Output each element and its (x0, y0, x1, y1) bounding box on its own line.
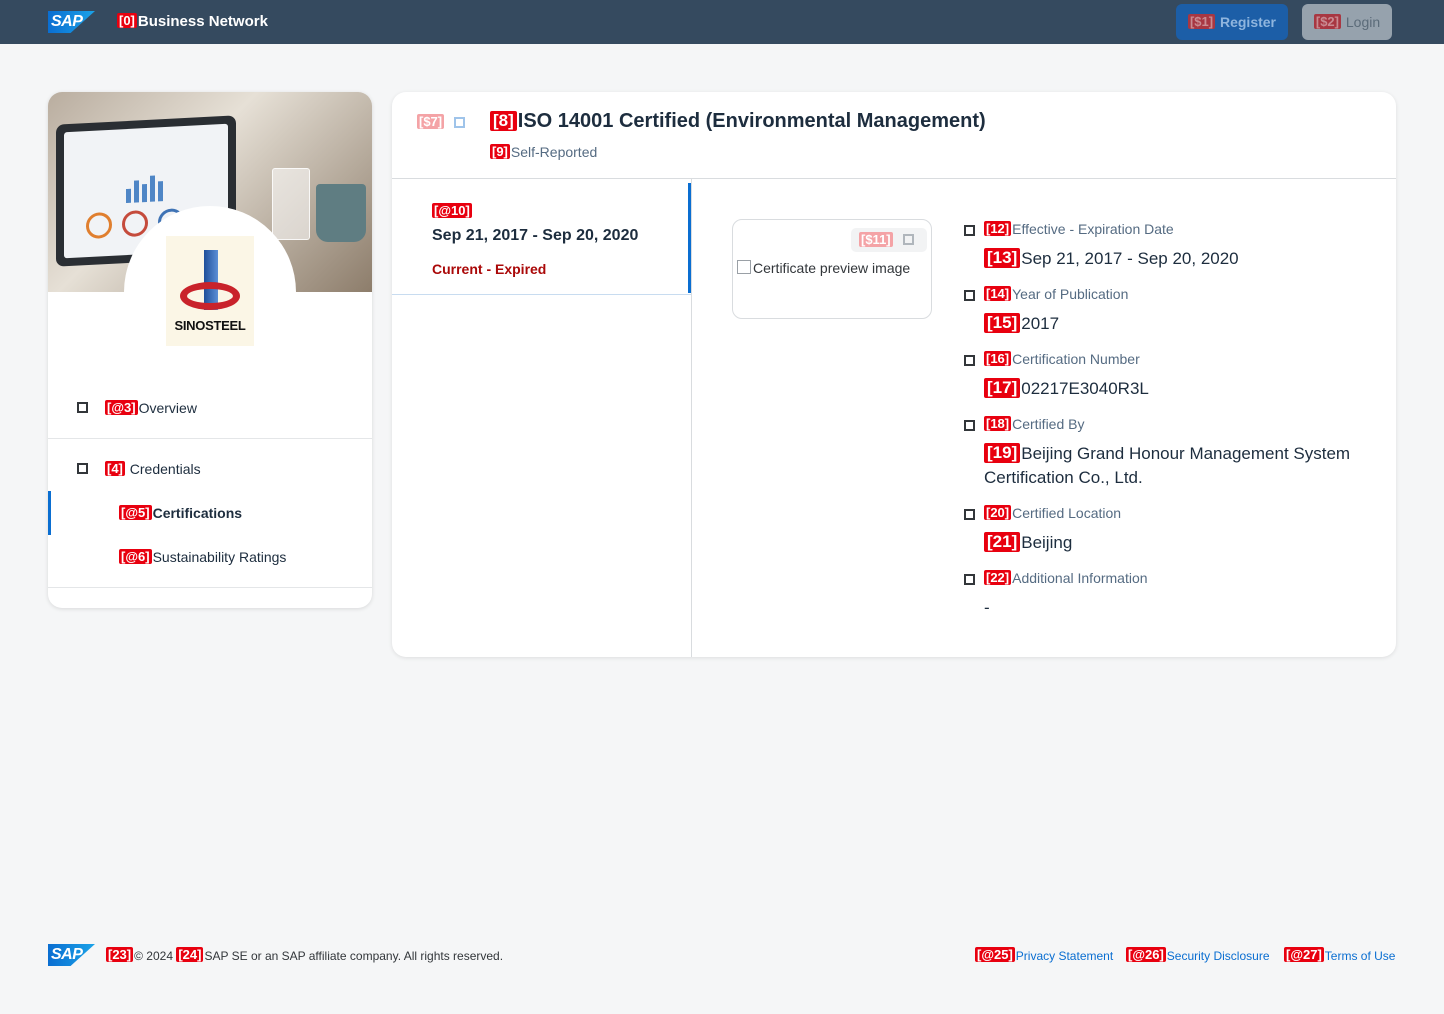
company-text: SAP SE or an SAP affiliate company. All … (204, 949, 504, 963)
annotation-tag: [13] (984, 248, 1021, 268)
annotation-tag: [@10] (432, 203, 472, 218)
field-label: Additional Information (1012, 570, 1148, 586)
nav-label: Sustainability Ratings (152, 549, 287, 565)
annotation-tag: [14] (984, 286, 1012, 301)
annotation-tag: [4] (105, 461, 125, 476)
security-disclosure-link[interactable]: [@26] Security Disclosure (1126, 947, 1270, 963)
divider (48, 587, 372, 588)
annotation-tag: [23] (106, 947, 134, 962)
nav-item-overview[interactable]: [@3] Overview (48, 400, 372, 420)
annotation-tag: [@3] (105, 400, 138, 415)
annotation-tag: [$2] (1313, 14, 1341, 29)
terms-of-use-link[interactable]: [@27] Terms of Use (1284, 947, 1395, 963)
annotation-tag: [$1] (1187, 14, 1216, 29)
divider (691, 179, 692, 657)
period-status: Current - Expired (432, 261, 547, 277)
annotation-tag: [19] (984, 443, 1021, 463)
certificate-icon[interactable] (454, 117, 465, 128)
login-label: Login (1345, 14, 1381, 30)
field-value: Sep 21, 2017 - Sep 20, 2020 (1021, 249, 1239, 268)
brand-link[interactable]: [0] Business Network (117, 13, 268, 30)
footer-copyright: [23] © 2024 [24] SAP SE or an SAP affiliat… (106, 947, 503, 963)
nav-item-credentials[interactable]: [4] Credentials (48, 461, 372, 481)
annotation-tag: [@6] (119, 549, 152, 564)
certificate-detail-card: [$7] [8] ISO 14001 Certified (Environment… (392, 92, 1396, 657)
field-label: Certified Location (1012, 505, 1122, 521)
field-label: Certification Number (1012, 351, 1140, 367)
nav-label: Overview (138, 400, 197, 416)
period-date: Sep 21, 2017 - Sep 20, 2020 (432, 227, 639, 244)
annotation-tag: [8] (490, 111, 517, 131)
annotation-tag: [17] (984, 378, 1021, 398)
link-label: Privacy Statement (1015, 949, 1114, 963)
privacy-statement-link[interactable]: [@25] Privacy Statement (975, 947, 1113, 963)
annotation-tag: [22] (984, 570, 1012, 585)
annotation-tag: [@26] (1126, 947, 1166, 962)
selected-indicator (688, 183, 691, 293)
company-logo: SINOSTEEL (166, 236, 254, 346)
certificate-title-text: ISO 14001 Certified (Environmental Manag… (517, 110, 986, 132)
nav-label: Credentials (129, 461, 201, 477)
glass-illustration (272, 168, 310, 240)
checkbox-icon (964, 574, 975, 585)
annotation-tag: [16] (984, 351, 1012, 366)
link-label: Terms of Use (1324, 949, 1396, 963)
field-label: Year of Publication (1012, 286, 1129, 302)
field-value: - (984, 598, 990, 617)
field-value: Beijing (1021, 533, 1073, 552)
checkbox-icon (964, 420, 975, 431)
nav-item-certifications[interactable]: [@5] Certifications (48, 505, 372, 525)
checkbox-icon (77, 463, 88, 474)
top-navigation-bar: SAP [0] Business Network [$1] Register [$… (0, 0, 1444, 44)
certificate-period-item[interactable]: [@10] Sep 21, 2017 - Sep 20, 2020 Curren… (392, 179, 691, 295)
annotation-tag: [20] (984, 505, 1012, 520)
expand-icon[interactable] (903, 234, 914, 245)
annotation-tag: [12] (984, 221, 1012, 236)
sap-logo[interactable]: SAP (48, 11, 95, 33)
field-value: Beijing Grand Honour Management System C… (984, 444, 1351, 487)
divider (48, 438, 372, 439)
annotation-tag: [0] (117, 13, 137, 28)
checkbox-icon (964, 225, 975, 236)
sap-logo: SAP (48, 944, 95, 966)
login-button[interactable]: [$2] Login (1302, 4, 1392, 40)
checkbox-icon (77, 402, 88, 413)
annotation-tag: [21] (984, 532, 1021, 552)
preview-toolbar: [$11] (851, 228, 927, 252)
checkbox-icon (964, 355, 975, 366)
company-logo-text: SINOSTEEL (174, 318, 246, 333)
annotation-tag: [$11] (859, 232, 893, 247)
register-label: Register (1219, 14, 1277, 30)
annotation-tag: [9] (490, 144, 510, 159)
certificate-preview[interactable]: [$11] Certificate preview image (732, 219, 932, 319)
field-label: Certified By (1012, 416, 1085, 432)
checkbox-icon (964, 509, 975, 520)
link-label: Security Disclosure (1166, 949, 1270, 963)
annotation-tag: [@25] (975, 947, 1015, 962)
annotation-tag: [15] (984, 313, 1021, 333)
annotation-tag: [$7] (417, 114, 445, 129)
annotation-tag: [18] (984, 416, 1012, 431)
field-value: 2017 (1021, 314, 1060, 333)
cup-illustration (316, 184, 366, 242)
annotation-tag: [24] (176, 947, 204, 962)
register-button[interactable]: [$1] Register (1176, 4, 1288, 40)
field-label: Effective - Expiration Date (1012, 221, 1174, 237)
certificate-subtitle: [9] Self-Reported (490, 144, 597, 160)
nav-item-sustainability-ratings[interactable]: [@6] Sustainability Ratings (48, 549, 372, 569)
annotation-tag: [@5] (119, 505, 152, 520)
certificate-title: [8] ISO 14001 Certified (Environmental Ma… (490, 110, 986, 133)
copyright-text: © 2024 (134, 949, 173, 963)
subtitle-text: Self-Reported (510, 144, 598, 160)
company-profile-card: SINOSTEEL [@3] Overview [4] Credentials [… (48, 92, 372, 608)
checkbox-icon (964, 290, 975, 301)
nav-label: Certifications (152, 505, 243, 521)
annotation-tag: [@27] (1284, 947, 1324, 962)
field-value: 02217E3040R3L (1021, 379, 1149, 398)
brand-label: Business Network (137, 13, 268, 30)
certificate-preview-image: Certificate preview image (737, 260, 910, 276)
